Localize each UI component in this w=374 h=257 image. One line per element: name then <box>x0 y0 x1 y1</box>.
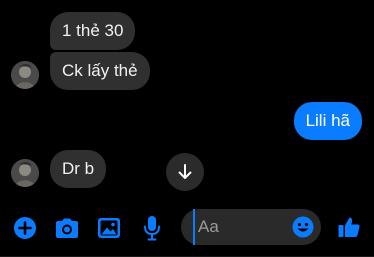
thumbs-up-icon <box>338 217 360 237</box>
scroll-to-bottom-button[interactable] <box>166 153 204 191</box>
message-bubble-incoming[interactable]: 1 thẻ 30 <box>50 12 136 50</box>
avatar-image <box>11 159 39 187</box>
microphone-icon <box>144 216 160 241</box>
camera-icon <box>56 218 78 238</box>
like-button[interactable] <box>336 214 362 240</box>
arrow-down-icon <box>178 164 192 179</box>
message-bubble-incoming[interactable]: Dr b <box>50 150 107 188</box>
message-text: Ck lấy thẻ <box>62 61 138 80</box>
plus-circle-icon <box>14 217 36 239</box>
message-bubble-outgoing[interactable]: Lili hã <box>293 102 362 140</box>
contact-avatar[interactable] <box>11 61 39 89</box>
gallery-button[interactable] <box>96 215 122 241</box>
contact-avatar[interactable] <box>11 159 39 187</box>
emoji-button[interactable] <box>291 215 315 239</box>
message-input[interactable] <box>193 209 289 245</box>
add-button[interactable] <box>12 215 38 241</box>
message-text: Lili hã <box>305 111 350 130</box>
message-text: 1 thẻ 30 <box>62 21 124 40</box>
message-composer <box>181 209 321 245</box>
emoji-icon <box>292 216 314 238</box>
message-bubble-incoming[interactable]: Ck lấy thẻ <box>50 52 150 90</box>
message-text: Dr b <box>62 159 95 178</box>
camera-button[interactable] <box>53 215 81 241</box>
voice-message-button[interactable] <box>140 214 164 242</box>
avatar-image <box>11 61 39 89</box>
image-icon <box>98 218 120 238</box>
